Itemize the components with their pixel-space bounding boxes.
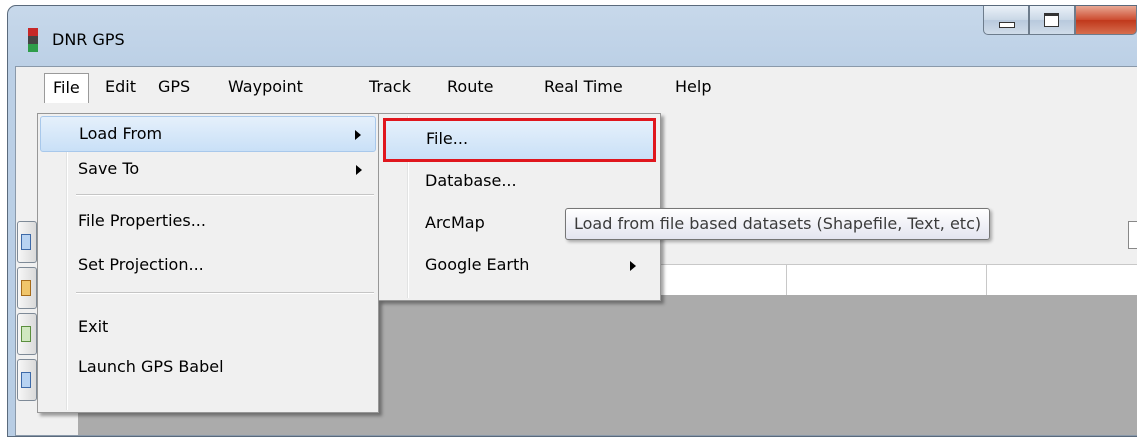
menu-separator xyxy=(76,292,374,294)
grid-toolbar-box[interactable] xyxy=(1128,221,1137,249)
tool-button[interactable] xyxy=(17,221,37,263)
menu-item-set-projection[interactable]: Set Projection... xyxy=(40,248,376,282)
traffic-light-app-icon xyxy=(28,28,38,52)
tool-button[interactable] xyxy=(17,359,37,401)
route-icon xyxy=(21,372,31,388)
maximize-button[interactable] xyxy=(1029,6,1075,35)
file-menu: Load From Save To File Properties... Set… xyxy=(37,113,379,413)
menu-file[interactable]: File xyxy=(44,73,89,103)
maximize-icon xyxy=(1044,13,1059,27)
load-from-submenu: File... Database... ArcMap Google Earth xyxy=(378,113,661,301)
menu-item-database[interactable]: Database... xyxy=(381,164,658,198)
tooltip: Load from file based datasets (Shapefile… xyxy=(565,208,991,240)
menu-item-file-properties[interactable]: File Properties... xyxy=(40,204,376,238)
track-icon xyxy=(21,326,31,342)
menu-item-load-from[interactable]: Load From xyxy=(40,116,376,152)
grid-column-divider[interactable] xyxy=(786,265,787,295)
menu-item-label: Database... xyxy=(425,171,517,190)
waypoint-icon xyxy=(21,280,31,296)
menu-item-label: File... xyxy=(426,129,469,148)
menu-item-label: File Properties... xyxy=(78,211,206,230)
menu-item-exit[interactable]: Exit xyxy=(40,310,376,344)
menu-item-google-earth[interactable]: Google Earth xyxy=(381,248,658,282)
menu-item-label: Launch GPS Babel xyxy=(78,357,224,376)
tool-button[interactable] xyxy=(17,313,37,355)
menu-real-time[interactable]: Real Time xyxy=(535,73,632,101)
menu-item-label: Load From xyxy=(79,124,163,143)
close-button[interactable] xyxy=(1075,6,1137,35)
menu-gps[interactable]: GPS xyxy=(149,73,199,101)
submenu-arrow-icon xyxy=(356,165,362,175)
window-title: DNR GPS xyxy=(52,30,125,49)
tool-button[interactable] xyxy=(17,267,37,309)
menu-bar: File Edit GPS Waypoint Track Route Real … xyxy=(16,67,1137,103)
menu-item-launch-gps-babel[interactable]: Launch GPS Babel xyxy=(40,350,376,384)
menu-edit[interactable]: Edit xyxy=(96,73,145,101)
menu-item-label: Exit xyxy=(78,317,109,336)
map-icon xyxy=(21,234,31,250)
menu-track[interactable]: Track xyxy=(360,73,420,101)
left-toolbar xyxy=(16,217,38,403)
menu-waypoint[interactable]: Waypoint xyxy=(219,73,312,101)
menu-item-label: Set Projection... xyxy=(78,255,204,274)
submenu-arrow-icon xyxy=(355,130,361,140)
menu-item-label: Save To xyxy=(78,159,140,178)
minimize-button[interactable] xyxy=(983,6,1029,35)
title-bar[interactable]: DNR GPS xyxy=(8,6,1137,66)
menu-help[interactable]: Help xyxy=(666,73,720,101)
menu-item-label: Google Earth xyxy=(425,255,530,274)
menu-separator xyxy=(76,194,374,196)
menu-item-save-to[interactable]: Save To xyxy=(40,152,376,186)
menu-item-file[interactable]: File... xyxy=(383,118,656,162)
menu-route[interactable]: Route xyxy=(438,73,502,101)
submenu-arrow-icon xyxy=(630,261,636,271)
menu-item-label: ArcMap xyxy=(425,213,485,232)
minimize-icon xyxy=(999,22,1015,28)
caption-buttons xyxy=(983,6,1137,36)
grid-column-divider[interactable] xyxy=(986,265,987,295)
